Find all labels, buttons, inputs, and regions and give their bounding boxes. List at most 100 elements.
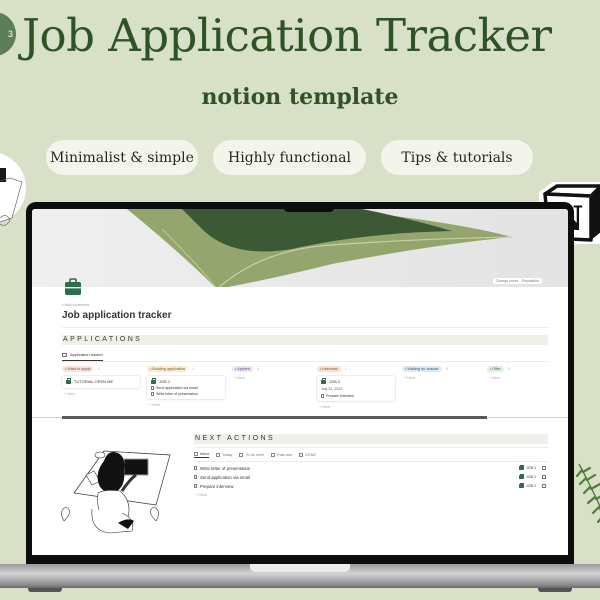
page-icon	[151, 386, 154, 390]
job-relation[interactable]: JOB 1	[519, 464, 536, 470]
add-comment-button[interactable]: ▪ Add comment	[62, 302, 89, 307]
briefcase-icon	[519, 473, 525, 479]
job-relation[interactable]: JOB 1	[519, 473, 536, 479]
new-card-button[interactable]: + New	[317, 405, 395, 409]
board-column-waiting-for-answer: • Waiting for answer 0 + New	[402, 366, 480, 380]
new-task-button[interactable]: + New	[196, 493, 207, 497]
tab-inbox[interactable]: Inbox	[194, 452, 210, 458]
notion-page: Change cover Reposition ▪ Add comment Jo…	[32, 209, 568, 555]
list-view-icon	[194, 452, 198, 456]
column-count: 0	[445, 367, 448, 371]
laptop-opening-lip	[250, 564, 350, 572]
feature-pill-tips: Tips & tutorials	[381, 140, 533, 175]
woman-at-desk-illustration	[61, 450, 171, 534]
horizontal-scrollbar[interactable]	[62, 416, 487, 419]
page-icon	[194, 466, 197, 470]
briefcase-icon	[151, 378, 157, 384]
tab-to-do-next[interactable]: To do next!	[239, 452, 264, 458]
table-view-icon	[216, 453, 221, 457]
briefcase-icon	[321, 378, 327, 384]
card-title: JOB 2	[329, 379, 341, 384]
column-count: 1	[344, 367, 347, 371]
divider	[62, 361, 548, 362]
laptop-frame: Change cover Reposition ▪ Add comment Jo…	[26, 202, 574, 564]
camera-notch	[284, 202, 334, 212]
column-count: 1	[192, 367, 195, 371]
status-tag[interactable]: • Applied	[232, 366, 253, 372]
status-tag[interactable]: • Building application	[147, 366, 189, 372]
new-card-button[interactable]: + New	[232, 376, 310, 380]
new-card-button[interactable]: + New	[62, 392, 140, 396]
table-view-icon	[239, 453, 244, 457]
cover-buttons: Change cover Reposition	[492, 278, 542, 284]
status-tag[interactable]: • Want to apply	[62, 366, 94, 372]
briefcase-icon[interactable]	[64, 278, 82, 296]
badge-number: 3	[7, 29, 13, 39]
board-column-offer: • Offer 0 + New	[487, 366, 565, 380]
page-icon	[194, 475, 197, 479]
laptop-foot	[28, 588, 62, 592]
cover-image: Change cover Reposition	[32, 209, 568, 287]
add-comment-label: Add comment	[64, 302, 89, 307]
status-tag[interactable]: • Waiting for answer	[402, 366, 442, 372]
table-view-icon	[271, 453, 276, 457]
tab-today[interactable]: Today	[216, 452, 232, 458]
page-title[interactable]: Job application tracker	[62, 310, 171, 321]
next-actions-tabs: Inbox Today To do next! Past due DONE	[194, 452, 316, 458]
applications-heading: APPLICATIONS	[62, 335, 548, 345]
column-count: 0	[507, 367, 510, 371]
task-name: Prepare interview	[200, 483, 234, 489]
task-name: Write letter of presentation	[200, 465, 251, 471]
status-tag[interactable]: • Offer	[487, 366, 504, 372]
board-column-want-to-apply: • Want to apply 1 TUTORIAL OPEN ME + New	[62, 366, 140, 396]
done-checkbox[interactable]	[542, 484, 546, 488]
fern-leaf-icon	[575, 463, 600, 524]
board-column-applied: • Applied 0 + New	[232, 366, 310, 380]
card-title: TUTORIAL OPEN ME	[74, 379, 114, 384]
task-name: Send application via email	[200, 474, 250, 480]
divider	[194, 461, 548, 462]
feature-pill-minimalist: Minimalist & simple	[46, 140, 198, 175]
board-card[interactable]: TUTORIAL OPEN ME	[62, 376, 140, 388]
list-item[interactable]: Prepare interview JOB 2	[194, 482, 548, 490]
briefcase-icon	[519, 482, 525, 488]
tab-done[interactable]: DONE	[299, 452, 316, 458]
new-card-button[interactable]: + New	[402, 376, 480, 380]
page-icon	[194, 484, 197, 488]
board-view-icon	[62, 352, 67, 357]
board-card[interactable]: JOB 2 July 21, 2023 Prepare interview	[317, 376, 395, 401]
board-column-interview: • Interview 1 JOB 2 July 21, 2023 Prepare…	[317, 366, 395, 409]
status-tag[interactable]: • Interview	[317, 366, 341, 372]
page-icon	[321, 394, 324, 398]
laptop-foot	[538, 588, 572, 592]
hero-subtitle: notion template	[201, 84, 399, 110]
badge-circle: 3	[0, 12, 16, 56]
reposition-button[interactable]: Reposition	[522, 279, 539, 283]
divider	[62, 327, 548, 328]
briefcase-icon	[66, 378, 72, 384]
board-column-building-application: • Building application 1 JOB 1 Send appli…	[147, 366, 225, 407]
new-card-button[interactable]: + New	[147, 403, 225, 407]
new-card-button[interactable]: + New	[487, 376, 565, 380]
table-view-icon	[299, 453, 304, 457]
briefcase-icon	[519, 464, 525, 470]
card-item: Write letter of presentation	[156, 392, 199, 396]
tab-past-due[interactable]: Past due	[271, 452, 292, 458]
feature-pill-functional: Highly functional	[213, 140, 366, 175]
next-actions-heading: NEXT ACTIONS	[194, 434, 548, 444]
leaf-cover-icon	[127, 209, 513, 287]
job-relation[interactable]: JOB 2	[519, 482, 536, 488]
column-count: 0	[256, 367, 259, 371]
list-item[interactable]: Send application via email JOB 1	[194, 473, 548, 481]
hero-title: Job Application Tracker	[22, 9, 552, 62]
tab-application-tracker[interactable]: Application tracker	[62, 352, 103, 361]
done-checkbox[interactable]	[542, 466, 546, 470]
done-checkbox[interactable]	[542, 475, 546, 479]
board-card[interactable]: JOB 1 Send application via email Write l…	[147, 376, 225, 399]
change-cover-button[interactable]: Change cover	[496, 279, 518, 283]
card-date: July 21, 2023	[321, 387, 343, 391]
list-item[interactable]: Write letter of presentation JOB 1	[194, 464, 548, 472]
card-item: Send application via email	[156, 386, 198, 390]
card-item: Prepare interview	[326, 394, 354, 398]
column-count: 1	[97, 367, 100, 371]
